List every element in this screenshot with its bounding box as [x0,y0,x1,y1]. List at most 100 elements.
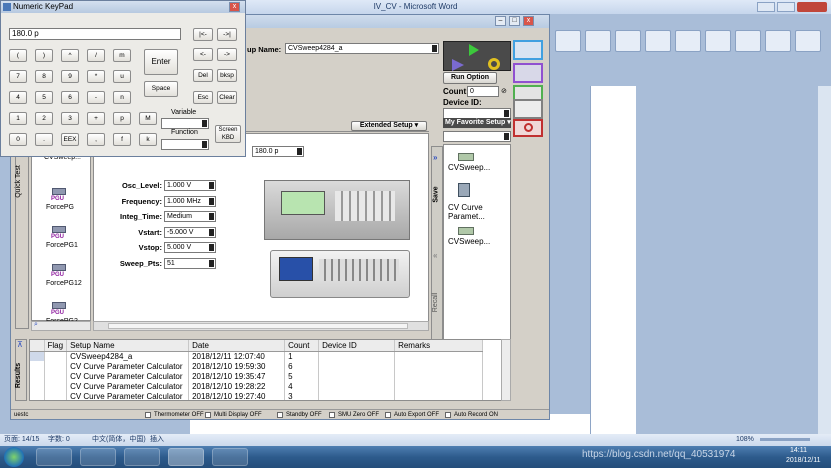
dropdown-icon[interactable] [209,182,214,189]
favorite-item-1[interactable]: CVSweep... [448,163,490,172]
expand-icon[interactable]: » [433,153,437,162]
test-item-label[interactable]: ForcePG [46,204,74,211]
status-toggle-icon[interactable] [329,412,335,418]
word-ribbon-button-4[interactable] [645,30,671,52]
repeat-run-icon[interactable] [488,58,500,70]
save-button[interactable]: Save [433,186,440,202]
table-row[interactable]: CV Curve Parameter Calculator 2018/12/10 … [30,371,484,381]
results-column-header[interactable]: Remarks [394,340,484,352]
power-icon[interactable] [513,119,543,137]
key-home[interactable]: |<- [193,28,213,41]
status-toggle-icon[interactable] [385,412,391,418]
dropdown-icon[interactable] [432,45,437,52]
word-min-button[interactable] [757,2,775,12]
status-toggle-icon[interactable] [205,412,211,418]
results-column-header[interactable]: Count [284,340,320,352]
key-2-1[interactable]: 5 [35,91,53,104]
key-2-3[interactable]: - [87,91,105,104]
key-space[interactable]: Space [144,81,178,97]
favorite-item-3[interactable]: CVSweep... [448,237,490,246]
favorite-item-2[interactable]: CV Curve Paramet... [448,203,508,221]
key-4-1[interactable]: . [35,133,53,146]
key-4-4[interactable]: f [113,133,131,146]
key-left[interactable]: <- [193,48,213,61]
test-item-icon[interactable] [52,264,66,271]
word-ribbon-button-6[interactable] [705,30,731,52]
extended-setup-button[interactable]: Extended Setup ▾ [351,121,427,131]
key-2-2[interactable]: 6 [61,91,79,104]
results-column-header[interactable]: Device ID [318,340,396,352]
test-item-icon[interactable] [52,188,66,195]
taskbar-easyexpert-icon[interactable] [212,448,248,466]
count-reset-icon[interactable]: ⊘ [501,87,507,95]
key-4-2[interactable]: EEX [61,133,79,146]
key-3-4[interactable]: p [113,112,131,125]
instrument-icon[interactable] [513,99,543,119]
param-field[interactable]: 51 [164,257,216,269]
key-4-5[interactable]: k [139,133,157,146]
word-close-button[interactable] [797,2,827,12]
recall-button[interactable]: Recall [432,293,439,312]
setup-panel-hscroll[interactable] [93,321,429,331]
dropdown-icon[interactable] [504,133,509,140]
variable-select[interactable] [161,118,209,129]
favorite-filter-field[interactable] [443,131,511,142]
taskbar-explorer-icon[interactable] [80,448,116,466]
results-tab[interactable]: Results [15,363,22,388]
dropdown-icon[interactable] [504,110,509,117]
key-1-0[interactable]: 7 [9,70,27,83]
word-ribbon-button-9[interactable] [795,30,821,52]
dropdown-icon[interactable] [209,228,214,236]
results-column-header[interactable]: Setup Name [66,340,190,352]
tracer-test-icon[interactable] [513,63,543,83]
key-2-0[interactable]: 4 [9,91,27,104]
key-1-2[interactable]: 9 [61,70,79,83]
status-toggle-icon[interactable] [445,412,451,418]
results-column-header[interactable]: Date [188,340,286,352]
word-scrollbar[interactable] [818,86,831,436]
key-4-3[interactable]: , [87,133,105,146]
word-ribbon-button-7[interactable] [735,30,761,52]
key-bksp[interactable]: bksp [217,69,237,82]
dropdown-icon[interactable] [209,197,214,205]
key-del[interactable]: Del [193,69,213,82]
dropdown-icon[interactable] [297,148,302,155]
collapse-icon[interactable]: « [433,251,437,260]
parameter-field[interactable]: 180.0 p [252,146,304,157]
table-row[interactable]: CV Curve Parameter Calculator 2018/12/10 … [30,391,484,400]
zoom-slider[interactable] [760,438,810,441]
screen-kbd-button[interactable]: Screen KBD [215,125,241,143]
key-3-1[interactable]: 2 [35,112,53,125]
param-field[interactable]: 5.000 V [164,242,216,253]
app-close-button[interactable]: x [523,16,534,26]
table-row[interactable]: CV Curve Parameter Calculator 2018/12/10 … [30,381,484,391]
keypad-close-button[interactable]: x [229,2,240,12]
key-4-0[interactable]: 0 [9,133,27,146]
key-0-1[interactable]: ) [35,49,53,62]
taskbar-word-icon[interactable] [168,448,204,466]
scroll-thumb[interactable] [108,323,408,329]
status-toggle-icon[interactable] [277,412,283,418]
word-page[interactable] [590,86,636,436]
key-0-3[interactable]: / [87,49,105,62]
setup-name-field[interactable]: CVSweep4284_a [285,43,439,54]
dropdown-icon[interactable] [202,120,207,127]
table-row[interactable]: CV Curve Parameter Calculator 2018/12/10 … [30,361,484,371]
key-enter[interactable]: Enter [144,49,178,75]
status-toggle-icon[interactable] [145,412,151,418]
word-ribbon-button-2[interactable] [585,30,611,52]
app-max-button[interactable]: □ [509,16,520,26]
test-item-label[interactable]: ForcePG12 [46,280,82,287]
word-ribbon-button-3[interactable] [615,30,641,52]
key-3-0[interactable]: 1 [9,112,27,125]
function-select[interactable] [161,139,209,150]
test-item-icon[interactable] [52,302,66,309]
word-ribbon-button-8[interactable] [765,30,791,52]
test-list-search[interactable]: ⌕ [31,321,91,331]
taskbar-ie-icon[interactable] [36,448,72,466]
key-1-4[interactable]: u [113,70,131,83]
append-run-icon[interactable] [452,59,464,71]
key-0-4[interactable]: m [113,49,131,62]
key-1-3[interactable]: * [87,70,105,83]
start-button[interactable] [4,447,24,467]
